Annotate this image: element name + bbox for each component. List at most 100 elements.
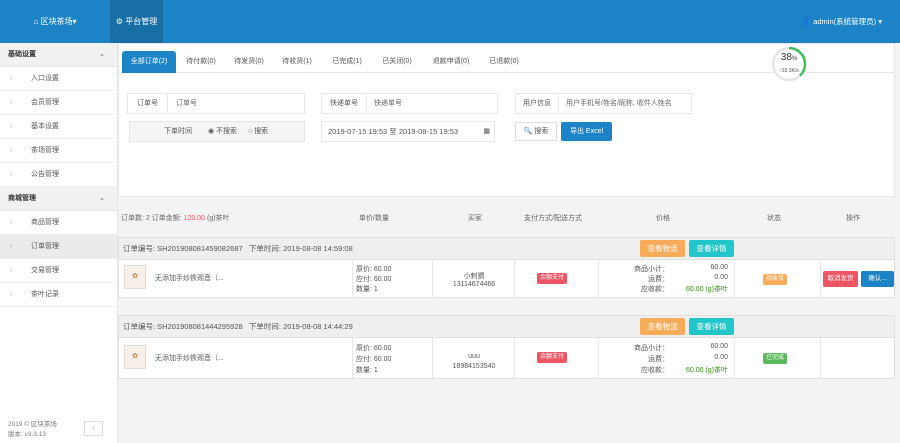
nav-platform-management[interactable]: ⚙ 平台管理 [110, 0, 163, 43]
product-cell: ✿ 无添加手炒铁观音（... [119, 338, 353, 378]
sidebar-item-tea-farm[interactable]: › 茶场管理 [0, 139, 117, 163]
column-header-status: 状态 [767, 215, 781, 222]
sidebar-item-members[interactable]: › 会员管理 [0, 91, 117, 115]
brand-menu[interactable]: ⌂ 区块茶场▾ [0, 0, 110, 43]
buyer-cell: uuu 18984153540 [433, 338, 515, 378]
sidebar-item-label: 会员管理 [31, 99, 59, 106]
actions-cell: 取消发货 确认... [821, 260, 894, 298]
chevron-right-icon: › [10, 267, 13, 274]
order-number: 订单编号: SH20190808145908268​7 [123, 244, 243, 253]
view-details-button[interactable]: 查看详情 [689, 318, 734, 335]
sidebar-group-basic[interactable]: 基础设置 ⌄ [0, 43, 117, 67]
column-header-buyer: 买家 [468, 215, 482, 222]
sidebar-item-orders[interactable]: › 订单管理 [0, 235, 117, 259]
progress-percent: 38% [780, 52, 798, 63]
network-progress-widget: 38% ↑33.3K/s [771, 46, 807, 82]
sidebar-item-transactions[interactable]: › 交易管理 [0, 259, 117, 283]
column-header-actions: 操作 [846, 215, 860, 222]
search-button[interactable]: 🔍 搜索 [515, 122, 557, 141]
status-cell: 已完成 [735, 338, 821, 378]
sidebar-item-label: 入口设置 [31, 75, 59, 82]
sidebar-item-products[interactable]: › 商品管理 [0, 211, 117, 235]
tab-refunded[interactable]: 已退款(0) [481, 51, 527, 73]
buyer-name: uuu [468, 353, 480, 360]
tab-closed[interactable]: 已关闭(0) [375, 51, 419, 73]
tab-all-orders[interactable]: 全部订单(2) [122, 51, 176, 73]
subtotal-label: 商品小计： [634, 345, 669, 352]
chevron-right-icon: › [10, 123, 13, 130]
payment-badge: 余额支付 [537, 352, 568, 363]
order-number-input[interactable]: 订单号 [176, 94, 302, 113]
chevron-right-icon: › [10, 171, 13, 178]
payable-label: 应收款： [641, 367, 669, 374]
express-number-field: 快递单号 快递单号 [321, 93, 498, 114]
order-time-toggle: 下单时间 ◉ 不搜索 ○ 搜索 [129, 121, 305, 142]
copyright-text: 2019 © 区块茶场 [8, 421, 57, 428]
status-badge: 待收货 [763, 274, 788, 285]
tab-completed[interactable]: 已完成(1) [325, 51, 369, 73]
radio-search[interactable]: ○ 搜索 [248, 122, 268, 141]
search-button-label: 搜索 [534, 128, 549, 135]
sidebar-item-announcements[interactable]: › 公告管理 [0, 163, 117, 187]
product-thumbnail: ✿ [124, 265, 146, 289]
express-number-input[interactable]: 快递单号 [374, 94, 496, 113]
product-name[interactable]: 无添加手炒铁观音（... [155, 273, 224, 283]
payable-value: 60.00 (g)茶叶 [685, 286, 728, 293]
column-header-price-qty: 单价/数量 [359, 215, 389, 222]
export-excel-button[interactable]: 导出 Excel [561, 122, 612, 141]
view-logistics-button[interactable]: 查看物流 [640, 240, 685, 257]
status-badge: 已完成 [763, 353, 788, 364]
summary-suffix: (g)茶叶 [205, 215, 230, 222]
tab-pending-payment[interactable]: 待付款(0) [179, 51, 223, 73]
sidebar-group-mall[interactable]: 商城管理 ⌄ [0, 187, 117, 211]
radio-checked-icon: ◉ [208, 128, 215, 135]
quantity: 数量: 1 [356, 286, 378, 293]
tab-refund-requests[interactable]: 退款申请(0) [425, 51, 477, 73]
price-qty-cell: 原价: 60.00 应付: 60.00 数量: 1 [353, 260, 433, 298]
sidebar-item-tea-records[interactable]: › 茶叶记录 [0, 283, 117, 307]
view-logistics-button[interactable]: 查看物流 [640, 318, 685, 335]
nav-platform-label: 平台管理 [125, 17, 158, 26]
date-range-value: 2019-07-15 19:53 至 2019-08-15 19:53 [328, 127, 459, 136]
sidebar-item-entry[interactable]: › 入口设置 [0, 67, 117, 91]
sidebar-item-basic-settings[interactable]: › 基本设置 [0, 115, 117, 139]
payment-cell: 余额支付 [515, 260, 599, 298]
freight-value: 0.00 [714, 274, 728, 281]
summary-amount: 120.00 [183, 215, 206, 222]
radio-no-search-label: 不搜索 [216, 128, 238, 135]
sidebar: 基础设置 ⌄ › 入口设置 › 会员管理 › 基本设置 › 茶场管理 › 公告管理 商城管理… [0, 43, 118, 443]
order-number: 订单编号: SH20190808144429592​8 [123, 322, 243, 331]
tab-pending-shipment[interactable]: 待发货(0) [227, 51, 271, 73]
tab-pending-receipt[interactable]: 待收货(1) [275, 51, 319, 73]
column-header-payment: 支付方式/配送方式 [524, 215, 582, 222]
chevron-right-icon: › [10, 291, 13, 298]
chevron-right-icon: › [10, 75, 13, 82]
home-icon: ⌂ [33, 17, 39, 26]
sidebar-item-label: 公告管理 [31, 171, 59, 178]
unit-price: 原价: 60.00 [356, 266, 392, 273]
user-menu[interactable]: 👤 admin(系统管理员) ▾ [802, 0, 882, 43]
chevron-right-icon: › [10, 147, 13, 154]
unit-price: 原价: 60.00 [356, 345, 392, 352]
product-name[interactable]: 无添加手炒铁观音（... [155, 353, 224, 363]
column-header-price: 价格 [656, 215, 670, 222]
gear-icon: ⚙ [115, 17, 123, 26]
chevron-down-icon: ⌄ [99, 51, 105, 58]
date-range-input[interactable]: 2019-07-15 19:53 至 2019-08-15 19:53 ▦ [321, 121, 495, 142]
sidebar-group-label: 基础设置 [8, 51, 36, 58]
user-info-input[interactable]: 用户手机号/姓名/昵称, 收件人姓名 [566, 94, 691, 113]
order-time: 下单时间: 2019-08-08 14:44:29 [248, 322, 353, 331]
radio-no-search[interactable]: ◉ 不搜索 [208, 122, 237, 141]
view-details-button[interactable]: 查看详情 [689, 240, 734, 257]
collapse-sidebar-button[interactable]: ‹ [84, 421, 103, 436]
search-icon: 🔍 [523, 128, 533, 135]
caret-down-icon: ▾ [72, 17, 77, 26]
subtotal-value: 60.00 [710, 264, 728, 271]
cancel-shipment-button[interactable]: 取消发货 [823, 271, 858, 287]
order-number-label: 订单号 [128, 94, 168, 113]
sidebar-item-label: 茶叶记录 [31, 291, 59, 298]
order-time: 下单时间: 2019-08-08 14:59:08 [248, 244, 353, 253]
order-body: ✿ 无添加手炒铁观音（... 原价: 60.00 应付: 60.00 数量: 1… [119, 260, 894, 298]
order-summary: 订单数: 2 订单金额: 120.00 (g)茶叶 [121, 214, 230, 224]
confirm-receipt-button[interactable]: 确认... [861, 271, 894, 287]
